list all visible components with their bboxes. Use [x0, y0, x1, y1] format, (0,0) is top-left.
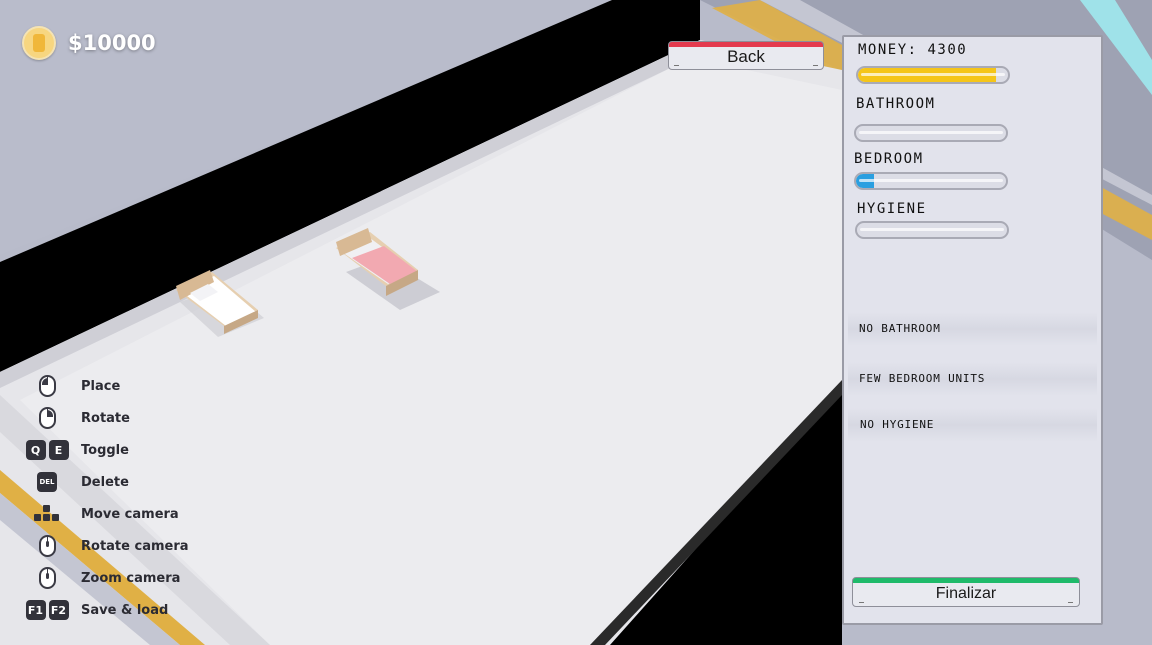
control-place: Place [22, 372, 120, 400]
finalize-button-label: Finalizar [935, 584, 997, 602]
money-label: MONEY: 4300 [858, 42, 968, 58]
key-q-icon: Q [25, 440, 46, 460]
mouse-left-icon [38, 375, 56, 397]
control-label: Zoom camera [81, 570, 181, 586]
mouse-right-icon [38, 407, 56, 429]
arrow-keys-icon [34, 505, 60, 523]
warning-no-bathroom: NO BATHROOM [859, 322, 941, 335]
key-del-icon: DEL [37, 472, 57, 492]
money-hud: $10000 [22, 26, 156, 60]
bedroom-bar [854, 172, 1008, 190]
finalize-button[interactable]: Finalizar [852, 577, 1080, 607]
control-save-load: F1 F2 Save & load [22, 596, 168, 624]
money-bar [856, 66, 1010, 84]
control-label: Rotate camera [81, 538, 189, 554]
bathroom-bar [854, 124, 1008, 142]
control-label: Move camera [81, 506, 179, 522]
bedroom-bar-fill [856, 174, 874, 188]
coin-icon [22, 26, 56, 60]
stats-panel: MONEY: 4300 BATHROOM BEDROOM HYGIENE NO … [842, 35, 1103, 625]
bedroom-label: BEDROOM [854, 151, 924, 167]
key-f2-icon: F2 [48, 600, 69, 620]
money-bar-fill [858, 68, 996, 82]
hygiene-bar [855, 221, 1009, 239]
control-zoom-camera: Zoom camera [22, 564, 180, 592]
key-e-icon: E [48, 440, 69, 460]
mouse-middle-icon [38, 535, 56, 557]
back-button[interactable]: Back [668, 41, 824, 70]
money-value: $10000 [68, 31, 156, 55]
hygiene-label: HYGIENE [857, 201, 927, 217]
warning-no-hygiene: NO HYGIENE [860, 418, 935, 431]
control-label: Rotate [81, 410, 130, 426]
mouse-scroll-icon [38, 567, 56, 589]
control-label: Delete [81, 474, 129, 490]
control-delete: DEL Delete [22, 468, 129, 496]
control-label: Place [81, 378, 121, 394]
back-button-label: Back [727, 47, 765, 66]
bathroom-label: BATHROOM [856, 96, 936, 112]
control-rotate: Rotate [22, 404, 130, 432]
control-label: Save & load [81, 602, 169, 618]
warning-few-bedroom-units: FEW BEDROOM UNITS [859, 372, 986, 385]
control-toggle: Q E Toggle [22, 436, 129, 464]
key-f1-icon: F1 [25, 600, 46, 620]
control-label: Toggle [81, 442, 129, 458]
control-move-camera: Move camera [22, 500, 179, 528]
control-rotate-camera: Rotate camera [22, 532, 189, 560]
